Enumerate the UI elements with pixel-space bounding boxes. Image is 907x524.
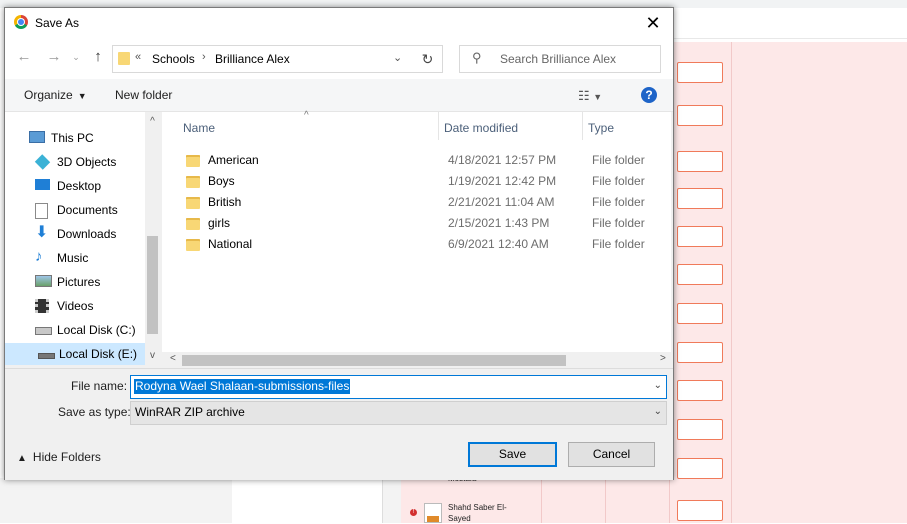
music-note-icon: ♪ xyxy=(35,248,43,265)
hide-folders-button[interactable]: ▲ Hide Folders xyxy=(17,450,101,464)
save-as-type-value: WinRAR ZIP archive xyxy=(135,405,245,419)
scroll-up-icon[interactable]: ^ xyxy=(145,116,160,127)
back-arrow-icon[interactable]: ← xyxy=(15,47,33,67)
overflow-chevron-icon[interactable]: « xyxy=(135,51,141,63)
file-row[interactable]: American 4/18/2021 12:57 PM File folder xyxy=(182,150,662,171)
address-dropdown-icon[interactable]: ⌄ xyxy=(393,51,402,64)
grade-input[interactable] xyxy=(677,226,723,247)
save-options-panel: File name: Rodyna Wael Shalaan-submissio… xyxy=(5,368,673,480)
up-arrow-icon[interactable]: ↑ xyxy=(89,47,107,67)
save-as-dialog: Save As ✕ ← → ⌄ ↑ « Schools › Brilliance… xyxy=(4,7,674,480)
folder-icon xyxy=(186,239,200,251)
column-divider[interactable] xyxy=(438,112,439,140)
refresh-button[interactable]: ↻ xyxy=(413,45,443,73)
new-folder-button[interactable]: New folder xyxy=(115,88,172,102)
file-row[interactable]: Boys 1/19/2021 12:42 PM File folder xyxy=(182,171,662,192)
recent-locations-chevron-icon[interactable]: ⌄ xyxy=(67,47,85,67)
chrome-icon xyxy=(14,15,28,29)
grade-input[interactable] xyxy=(677,500,723,521)
drive-icon xyxy=(35,327,52,335)
scroll-left-icon[interactable]: < xyxy=(170,353,176,364)
grade-input[interactable] xyxy=(677,303,723,324)
drive-icon xyxy=(38,353,55,359)
file-row[interactable]: girls 2/15/2021 1:43 PM File folder xyxy=(182,213,662,234)
folder-icon xyxy=(186,155,200,167)
student-avatar-icon xyxy=(424,503,442,523)
column-header-type[interactable]: Type xyxy=(588,121,614,135)
grade-input[interactable] xyxy=(677,264,723,285)
grade-input[interactable] xyxy=(677,151,723,172)
file-name-value[interactable]: Rodyna Wael Shalaan-submissions-files xyxy=(134,379,351,394)
scrollbar-thumb[interactable] xyxy=(147,236,158,334)
left-column xyxy=(0,478,232,523)
breadcrumb-separator-icon: › xyxy=(202,51,206,63)
search-box[interactable]: ⚲ Search Brilliance Alex xyxy=(459,45,661,73)
forward-arrow-icon[interactable]: → xyxy=(45,47,63,67)
sort-ascending-icon: ^ xyxy=(304,110,309,121)
scrollbar-thumb[interactable] xyxy=(182,355,566,366)
desktop-icon xyxy=(35,179,50,190)
nav-item-local-disk-e[interactable]: Local Disk (E:) xyxy=(5,343,145,365)
grade-input[interactable] xyxy=(677,188,723,209)
help-icon[interactable]: ? xyxy=(641,87,657,103)
grade-input[interactable] xyxy=(677,419,723,440)
view-options-icon[interactable]: ☷ ▼ xyxy=(578,88,602,104)
scroll-down-icon[interactable]: v xyxy=(145,350,160,361)
folder-icon xyxy=(186,176,200,188)
computer-icon xyxy=(29,131,45,143)
search-icon: ⚲ xyxy=(472,50,482,65)
close-button[interactable]: ✕ xyxy=(635,11,671,36)
file-name-label: File name: xyxy=(71,379,128,393)
file-row[interactable]: National 6/9/2021 12:40 AM File folder xyxy=(182,234,662,255)
breadcrumb-schools[interactable]: Schools xyxy=(152,52,195,66)
picture-icon xyxy=(35,275,52,287)
cancel-button[interactable]: Cancel xyxy=(568,442,655,467)
file-row[interactable]: British 2/21/2021 11:04 AM File folder xyxy=(182,192,662,213)
column-divider[interactable] xyxy=(582,112,583,140)
cube-icon xyxy=(34,154,51,170)
navigation-bar: ← → ⌄ ↑ « Schools › Brilliance Alex ⌄ ↻ … xyxy=(5,39,673,79)
save-as-type-label: Save as type: xyxy=(58,405,131,419)
dialog-title: Save As xyxy=(35,16,80,30)
grade-input[interactable] xyxy=(677,342,723,363)
file-list: ^ Name Date modified Type American 4/18/2… xyxy=(162,110,671,368)
folder-icon xyxy=(118,52,130,65)
document-icon xyxy=(35,203,48,219)
folder-icon xyxy=(186,197,200,209)
download-arrow-icon: ⬇ xyxy=(35,224,49,241)
chevron-down-icon[interactable]: ⌄ xyxy=(654,406,662,417)
search-placeholder: Search Brilliance Alex xyxy=(500,52,617,66)
title-bar: Save As ✕ xyxy=(5,8,673,39)
caret-down-icon: ▼ xyxy=(77,91,87,101)
grade-input[interactable] xyxy=(677,62,723,83)
student-name: Shahd Saber El-Sayed xyxy=(448,503,507,523)
grade-input[interactable] xyxy=(677,105,723,126)
scroll-right-icon[interactable]: > xyxy=(660,353,666,364)
error-icon: ! xyxy=(410,509,417,516)
film-icon xyxy=(35,299,49,313)
grade-input[interactable] xyxy=(677,458,723,479)
file-name-input[interactable]: Rodyna Wael Shalaan-submissions-files ⌄ xyxy=(130,375,667,399)
nav-scrollbar[interactable]: ^ v xyxy=(145,112,160,364)
horizontal-scrollbar[interactable]: < > xyxy=(162,352,671,368)
address-bar[interactable]: « Schools › Brilliance Alex ⌄ xyxy=(112,45,415,73)
save-button[interactable]: Save xyxy=(468,442,557,467)
column-gap xyxy=(383,478,401,523)
folder-icon xyxy=(186,218,200,230)
navigation-pane: This PC 3D Objects Desktop Documents ⬇ D… xyxy=(5,112,160,365)
chevron-down-icon[interactable]: ⌄ xyxy=(654,380,662,391)
grade-input[interactable] xyxy=(677,380,723,401)
command-bar: Organize ▼ New folder ☷ ▼ ? xyxy=(5,79,673,112)
save-as-type-select[interactable]: WinRAR ZIP archive ⌄ xyxy=(130,401,667,425)
middle-column xyxy=(232,478,383,523)
page-header-strip xyxy=(672,8,907,39)
column-header-date[interactable]: Date modified xyxy=(444,121,518,135)
caret-up-icon: ▲ xyxy=(17,453,27,464)
breadcrumb-brilliance-alex[interactable]: Brilliance Alex xyxy=(215,52,290,66)
organize-button[interactable]: Organize ▼ xyxy=(24,88,87,102)
column-header-name[interactable]: Name xyxy=(183,121,215,135)
